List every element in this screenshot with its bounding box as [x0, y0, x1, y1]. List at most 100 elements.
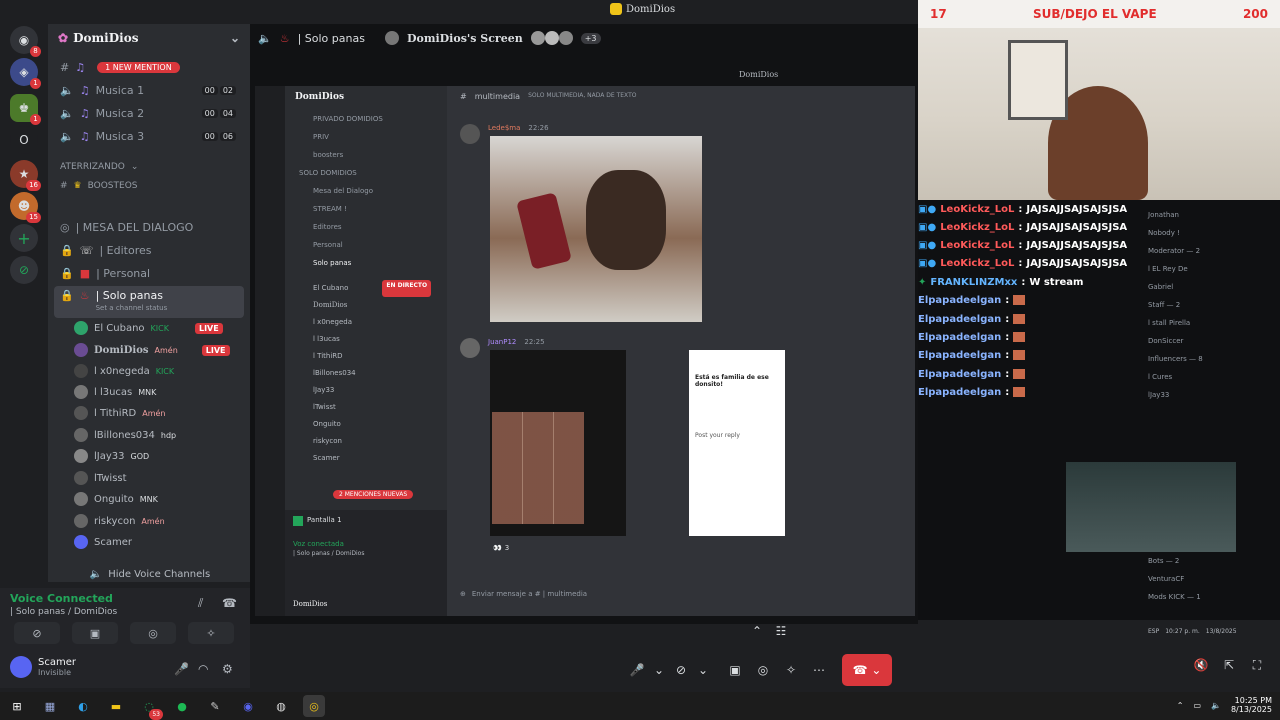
add-server-icon[interactable]: + — [10, 224, 38, 252]
voice-member[interactable]: Scamer — [74, 532, 132, 552]
voice-member[interactable]: l TithiRD Amén — [74, 403, 166, 423]
channel-personal[interactable]: 🔒 ■ | Personal — [54, 263, 244, 283]
chevron-down-icon: ⌄ — [229, 31, 240, 45]
server-icon-active[interactable]: ♚ 1 — [10, 94, 41, 125]
stage-toggle[interactable]: ⌃ ☷ — [746, 620, 792, 642]
server-icon[interactable]: ☻ 15 — [10, 192, 41, 223]
tray-chevron-icon[interactable]: ⌃ — [1177, 701, 1184, 710]
voice-member[interactable]: lJay33 GOD — [74, 446, 149, 466]
chevron-down-icon[interactable]: ⌄ — [698, 659, 708, 681]
activities-button[interactable]: ◎ — [130, 622, 176, 644]
folder-icon[interactable]: ▬ — [105, 695, 127, 717]
reaction-icon[interactable]: 👀 — [493, 544, 502, 552]
speaker-icon: 🔈 — [89, 568, 103, 580]
voice-member[interactable]: El Cubano KICK LIVE — [74, 318, 223, 338]
avatar — [10, 656, 32, 678]
terminal-icon[interactable]: ▦ — [39, 695, 61, 717]
chat-line: Elpapadeelgan: — [918, 310, 1026, 328]
volume-icon[interactable]: 🔈 — [1211, 701, 1221, 710]
server-icon[interactable]: O — [10, 126, 38, 154]
chat-line: ▣● LeoKickz_LoL: JAJSAJJSAJSAJSJSA — [918, 239, 1128, 251]
shared-image[interactable] — [490, 136, 702, 322]
edge-icon[interactable]: ◐ — [72, 695, 94, 717]
settings-icon[interactable]: ⚙ — [222, 662, 233, 676]
shared-screenshot-1[interactable] — [490, 350, 626, 536]
voice-member[interactable]: l l3ucas MNK — [74, 382, 156, 402]
channel-mesa-del-dialogo[interactable]: ◎ | MESA DEL DIALOGO — [54, 217, 244, 237]
headphones-icon[interactable]: ◠ — [198, 662, 208, 676]
more-icon[interactable]: ⋯ — [808, 659, 830, 681]
activities-icon[interactable]: ◎ — [752, 659, 774, 681]
explore-icon[interactable]: ⊘ — [10, 256, 38, 284]
flame-icon: ♨ — [79, 289, 90, 302]
chat-line: ▣● LeoKickz_LoL: JAJSAJJSAJSAJSJSA — [918, 203, 1128, 215]
screen-share-icon[interactable]: ▣ — [724, 659, 746, 681]
chevron-down-icon[interactable]: ⌄ — [654, 659, 664, 681]
voice-members: El Cubano KICK LIVE DomiDios Amén LIVE l x0n… — [48, 318, 250, 549]
avatar — [460, 124, 480, 144]
chrome-icon[interactable]: ◎ — [303, 695, 325, 717]
voice-member[interactable]: l x0negeda KICK — [74, 361, 174, 381]
voice-member[interactable]: lTwisst — [74, 468, 127, 488]
voice-channel-musica-1[interactable]: 🔈 ♫ Musica 1 00 02 — [54, 80, 244, 100]
emote-icon — [1013, 350, 1026, 360]
discord-home-icon[interactable]: ◉ 8 — [10, 26, 41, 57]
chat-line: ✦ FRANKLINZMxx: W stream — [918, 276, 1084, 288]
fullscreen-icon[interactable]: ⛶ — [1246, 654, 1268, 676]
hash-icon: # — [460, 92, 467, 101]
server-header[interactable]: ✿ DomiDios ⌄ — [48, 24, 250, 52]
screen-share-button[interactable]: ▣ — [72, 622, 118, 644]
voice-member[interactable]: riskycon Amén — [74, 511, 165, 531]
channel-solo-panas[interactable]: 🔒 ♨ | Solo panas Set a channel status — [54, 286, 244, 318]
microphone-icon[interactable]: 🎤 — [174, 662, 189, 676]
leave-call-button[interactable]: ☎ ⌄ — [842, 654, 892, 686]
avatar — [74, 449, 88, 463]
popout-icon[interactable]: ⇱ — [1218, 654, 1240, 676]
whatsapp-icon[interactable]: ◌ 53 — [138, 695, 163, 720]
spotify-icon[interactable]: ● — [171, 695, 193, 717]
camera-off-button[interactable]: ⊘ — [14, 622, 60, 644]
shared-screenshot-2[interactable]: Está es familia de ese donsito! Post you… — [689, 350, 785, 536]
category-aterrizando[interactable]: ATERRIZANDO ⌄ — [54, 157, 244, 177]
compose-box[interactable]: ⊕ Enviar mensaje a # | multimedia — [460, 590, 910, 598]
phone-shape — [516, 192, 572, 270]
game-thumbnail — [1066, 462, 1236, 552]
channel-boosteos[interactable]: # ♛ BOOSTEOS — [54, 176, 244, 196]
channel-editores[interactable]: 🔒 ☏ | Editores — [54, 240, 244, 260]
mute-stream-icon[interactable]: 🔇 — [1190, 654, 1212, 676]
avatar — [74, 343, 88, 357]
camera-off-icon[interactable]: ⊘ — [670, 659, 692, 681]
voice-member[interactable]: lBillones034 hdp — [74, 425, 176, 445]
speaker-icon: 🔈 — [60, 83, 74, 97]
obs-icon[interactable]: ◍ — [270, 695, 292, 717]
clock[interactable]: 10:25 PM 8/13/2025 — [1231, 696, 1272, 714]
voice-member[interactable]: DomiDios Amén LIVE — [74, 340, 230, 360]
emote-icon — [1013, 369, 1026, 379]
discord-icon[interactable]: ◉ — [237, 695, 259, 717]
voice-channel-musica-3[interactable]: 🔈 ♫ Musica 3 00 06 — [54, 126, 244, 146]
wall-art-shape — [1008, 40, 1068, 120]
noise-suppression-icon[interactable]: ⫽ — [198, 596, 203, 611]
soundboard-icon[interactable]: ✧ — [780, 659, 802, 681]
chevron-down-icon: ⌄ — [130, 162, 139, 172]
avatar — [460, 338, 480, 358]
soundboard-button[interactable]: ✧ — [188, 622, 234, 644]
start-icon[interactable]: ⊞ — [6, 695, 28, 717]
stage-view-controls: 🔇 ⇱ ⛶ — [1190, 654, 1268, 676]
call-controls: 🎤 ⌄ ⊘ ⌄ ▣ ◎ ✧ ⋯ ☎ ⌄ — [626, 654, 892, 686]
mention-row[interactable]: # ♫ 1 NEW MENTION — [54, 57, 244, 77]
stage-header: 🔈 ♨ | Solo panas DomiDios's Screen +3 — [258, 28, 601, 48]
voice-channel-musica-2[interactable]: 🔈 ♫ Musica 2 00 04 — [54, 103, 244, 123]
microphone-icon[interactable]: 🎤 — [626, 659, 648, 681]
app-icon[interactable]: ✎ — [204, 695, 226, 717]
server-icon[interactable]: ◈ 1 — [10, 58, 41, 89]
speaker-icon: 🔈 — [258, 31, 272, 45]
voice-status[interactable]: Voice Connected | Solo panas / DomiDios — [10, 592, 117, 617]
user-info[interactable]: Scamer Invisible — [10, 656, 76, 678]
disconnect-icon[interactable]: ☎ — [222, 596, 237, 610]
server-icon[interactable]: ★ 16 — [10, 160, 41, 191]
lock-icon: 🔒 — [60, 266, 74, 280]
network-icon[interactable]: ▭ — [1193, 701, 1201, 710]
hide-voice-channels-button[interactable]: 🔈 Hide Voice Channels — [60, 564, 240, 584]
voice-member[interactable]: Onguito MNK — [74, 489, 158, 509]
